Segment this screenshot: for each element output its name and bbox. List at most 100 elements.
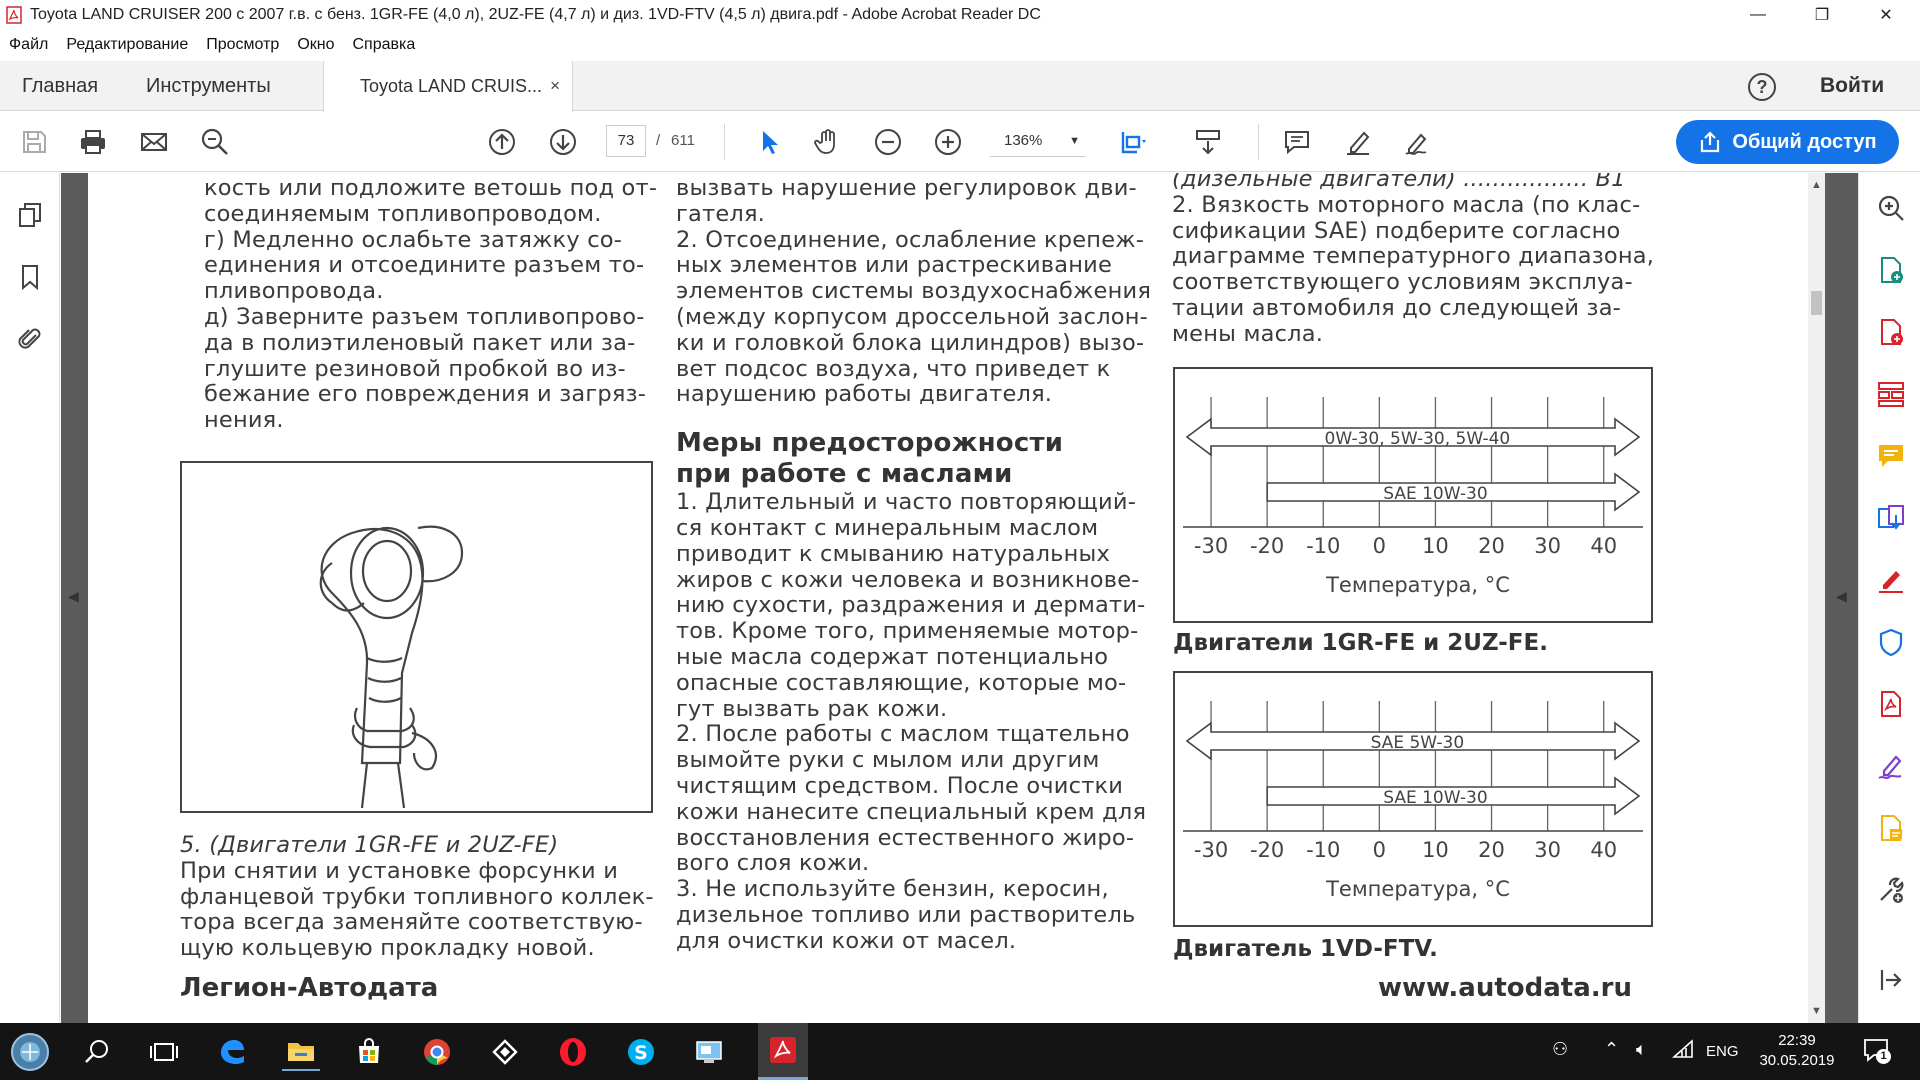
vertical-scrollbar[interactable]: ▲ ▼ [1808,173,1825,1023]
send-for-signature-icon[interactable] [1874,749,1908,783]
text-line: дизельное топливо или растворитель [676,901,1136,928]
edit-pdf-icon[interactable] [1874,811,1908,845]
tab-close-icon[interactable]: × [550,61,560,111]
more-tools-icon[interactable] [1874,873,1908,907]
page-up-icon[interactable] [484,124,520,160]
column-2: вызвать нарушение регулировок дви- гател… [676,173,1151,955]
menu-view[interactable]: Просмотр [206,36,279,54]
zoom-tool-icon[interactable] [1874,191,1908,225]
menu-edit[interactable]: Редактирование [66,36,188,54]
toolbar: 73 / 611 136% ▼ Общий доступ [0,112,1920,172]
scroll-down-icon[interactable]: ▼ [1811,1005,1822,1017]
comment-tool-icon[interactable] [1874,439,1908,473]
footer-right: www.autodata.ru [1378,973,1632,1003]
people-icon[interactable]: ⚇ [1552,1039,1568,1060]
notification-count: 1 [1876,1049,1891,1064]
organize-pages-icon[interactable] [1874,377,1908,411]
tab-tools[interactable]: Инструменты [146,61,271,111]
clock[interactable]: 22:39 30.05.2019 [1756,1031,1838,1071]
close-button[interactable]: ✕ [1854,0,1918,30]
tick-label: 0 [1373,534,1386,558]
tab-document[interactable]: Toyota LAND CRUIS... × [323,61,573,112]
notifications-icon[interactable]: 1 [1862,1035,1892,1065]
scroll-up-icon[interactable]: ▲ [1811,179,1822,191]
section-heading: Меры предосторожности [676,428,1064,459]
text-line: (дизельные двигатели) ................. … [1172,173,1626,192]
text-line: ки и головкой блока цилиндров) вызо- [676,329,1145,356]
minimize-button[interactable]: — [1726,0,1790,30]
scrollbar-thumb[interactable] [1811,291,1822,315]
app-diamond-icon[interactable] [486,1033,524,1071]
text-line: диаграмме температурного диапазона, [1172,243,1655,270]
left-panel-toggle-icon[interactable]: ◀ [68,588,79,605]
text-line: нарушению работы двигателя. [676,381,1053,408]
comment-icon[interactable] [1279,124,1315,160]
collapse-panel-icon[interactable] [1874,963,1908,997]
menu-window[interactable]: Окно [297,36,334,54]
email-icon[interactable] [136,124,172,160]
edge-browser-icon[interactable] [213,1033,251,1071]
volume-icon[interactable]: 🔈︎ [1636,1039,1647,1060]
export-pdf-icon[interactable] [1874,253,1908,287]
menu-help[interactable]: Справка [353,36,416,54]
zoom-select[interactable]: 136% ▼ [990,125,1086,157]
page-total: 611 [671,132,695,149]
remote-desktop-icon[interactable] [690,1033,728,1071]
search-icon[interactable] [197,124,233,160]
text-line: тора всегда заменяйте соответствую- [180,909,643,936]
text-line: фланцевой трубки топливного коллек- [180,883,654,910]
save-icon[interactable] [16,124,52,160]
fit-page-icon[interactable] [1114,124,1150,160]
tick-label: 10 [1422,838,1449,862]
bookmark-icon[interactable] [14,261,46,293]
wifi-icon[interactable] [1671,1039,1694,1064]
page-down-icon[interactable] [545,124,581,160]
chevron-up-icon[interactable]: ⌃ [1604,1039,1619,1060]
help-icon[interactable]: ? [1748,73,1776,101]
zoom-out-icon[interactable] [870,124,906,160]
print-icon[interactable] [75,124,111,160]
tick-label: -20 [1250,534,1284,558]
opera-icon[interactable] [554,1033,592,1071]
zoom-in-icon[interactable] [930,124,966,160]
skype-icon[interactable]: S [622,1033,660,1071]
page-separator: / [656,132,661,149]
attachment-icon[interactable] [14,323,46,355]
select-cursor-icon[interactable] [751,124,787,160]
text-line: глушите резиновой пробкой во из- [204,355,626,382]
right-panel-toggle-icon[interactable]: ◀ [1836,588,1847,605]
menu-bar: Файл Редактирование Просмотр Окно Справк… [0,32,433,58]
store-icon[interactable] [350,1033,388,1071]
combine-files-icon[interactable] [1874,501,1908,535]
series-label: SAE 10W-30 [1383,484,1487,504]
chrome-icon[interactable] [418,1033,456,1071]
sign-icon[interactable] [1400,124,1436,160]
page-number-input[interactable]: 73 [606,125,646,157]
tick-label: 0 [1373,838,1386,862]
tab-home[interactable]: Главная [22,61,98,111]
file-explorer-icon[interactable] [282,1033,320,1071]
maximize-button[interactable]: ❐ [1790,0,1854,30]
task-view-icon[interactable] [145,1033,183,1071]
text-line: жиров с кожи человека и возникнове- [676,566,1140,593]
highlight-pen-icon[interactable] [1340,124,1376,160]
hand-icon[interactable] [810,124,846,160]
search-icon[interactable] [78,1033,116,1071]
share-button[interactable]: Общий доступ [1676,120,1899,164]
create-pdf-icon[interactable] [1874,315,1908,349]
menu-file[interactable]: Файл [9,36,48,54]
page-thumbnails-icon[interactable] [14,199,46,231]
tick-label: -20 [1250,838,1284,862]
acrobat-taskbar-icon[interactable] [758,1023,808,1080]
text-line: да в полиэтиленовый пакет или за- [204,329,636,356]
scroll-mode-icon[interactable] [1190,124,1226,160]
login-button[interactable]: Войти [1820,61,1884,111]
text-line: щую кольцевую прокладку новой. [180,935,595,962]
protect-icon[interactable] [1874,625,1908,659]
start-button[interactable] [9,1031,51,1073]
oil-viscosity-chart-2: -30 -20 -10 0 10 20 30 40 SAE 5W-30 SAE 10W-30 Тем… [1173,671,1653,927]
input-language[interactable]: ENG [1706,1023,1739,1080]
pdf-file-icon[interactable] [1874,687,1908,721]
text-line: 3. Не используйте бензин, керосин, [676,876,1109,903]
fill-sign-icon[interactable] [1874,563,1908,597]
